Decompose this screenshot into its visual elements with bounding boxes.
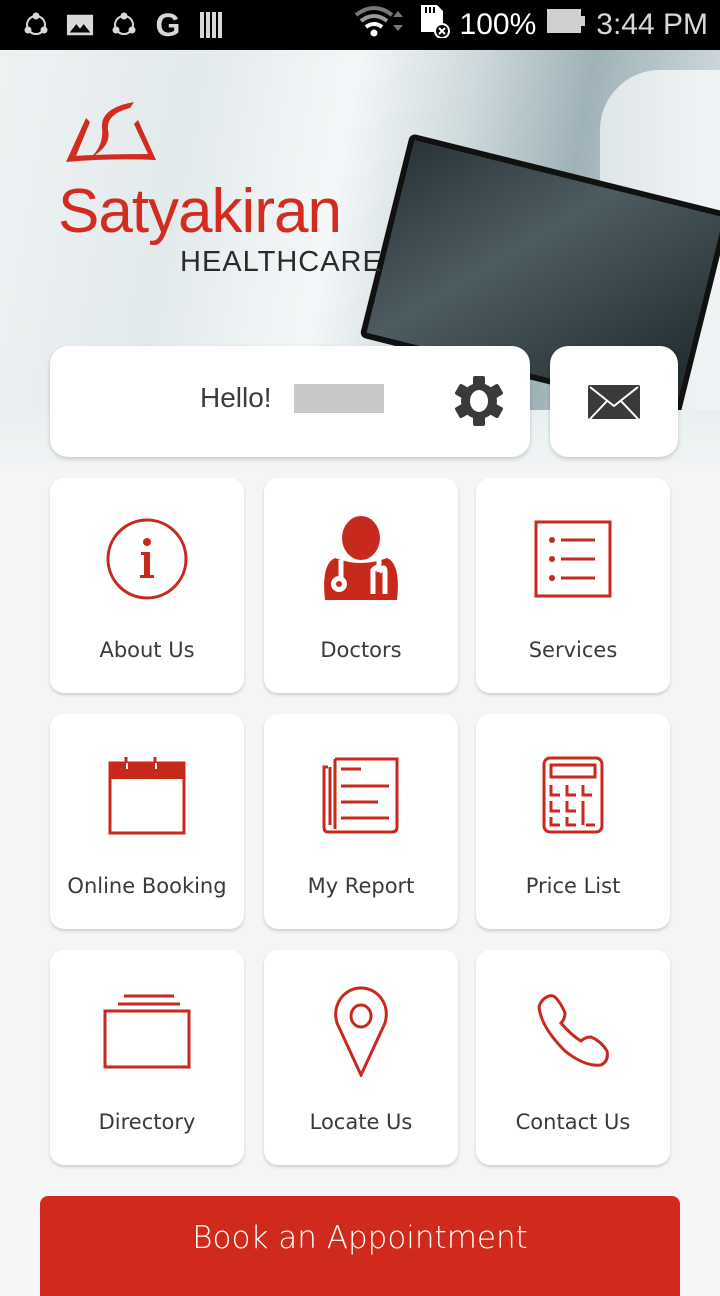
tile-label: Directory [98,1110,196,1134]
battery-icon [546,8,586,42]
user-name-redacted [294,384,384,413]
list-icon [528,514,618,604]
gallery-icon [66,11,94,39]
tile-services[interactable]: Services [476,478,670,693]
phone-icon [528,986,618,1076]
calculator-icon [528,750,618,840]
tile-about-us[interactable]: About Us [50,478,244,693]
report-icon [316,750,406,840]
tile-directory[interactable]: Directory [50,950,244,1165]
tile-label: Doctors [320,638,402,662]
barcode-icon [198,11,226,39]
mail-icon [588,384,640,420]
tile-label: Contact Us [515,1110,631,1134]
tile-label: Online Booking [67,874,227,898]
book-appointment-button[interactable]: Book an Appointment [40,1196,680,1296]
tile-my-report[interactable]: My Report [264,714,458,929]
tile-label: Price List [525,874,621,898]
tile-doctors[interactable]: Doctors [264,478,458,693]
info-icon [102,514,192,604]
messages-button[interactable] [550,346,678,457]
sd-card-error-icon [418,4,450,46]
tile-locate-us[interactable]: Locate Us [264,950,458,1165]
greeting-card: Hello! [50,346,530,457]
tile-label: Services [528,638,618,662]
gear-icon [455,376,503,426]
greeting-text: Hello! [200,382,272,413]
tile-label: Locate Us [309,1110,413,1134]
google-icon: G [155,6,181,43]
folder-stack-icon [102,986,192,1076]
share-it-icon [22,11,50,39]
tile-online-booking[interactable]: Online Booking [50,714,244,929]
logo-mark-icon [66,102,156,162]
location-pin-icon [316,986,406,1077]
brand-name: Satyakiran [58,177,342,246]
wifi-icon [354,5,408,45]
doctor-icon [316,514,406,604]
tile-label: My Report [307,874,415,898]
calendar-icon [102,750,192,840]
tile-label: About Us [99,638,195,662]
brand-subtitle: HEALTHCARE [180,246,383,278]
tile-price-list[interactable]: Price List [476,714,670,929]
clock: 3:44 PM [596,8,708,41]
settings-button[interactable] [452,374,506,428]
share-it-icon [110,11,138,39]
battery-percent: 100% [459,8,537,41]
tile-contact-us[interactable]: Contact Us [476,950,670,1165]
status-bar: G 100% 3:44 PM [0,0,720,50]
